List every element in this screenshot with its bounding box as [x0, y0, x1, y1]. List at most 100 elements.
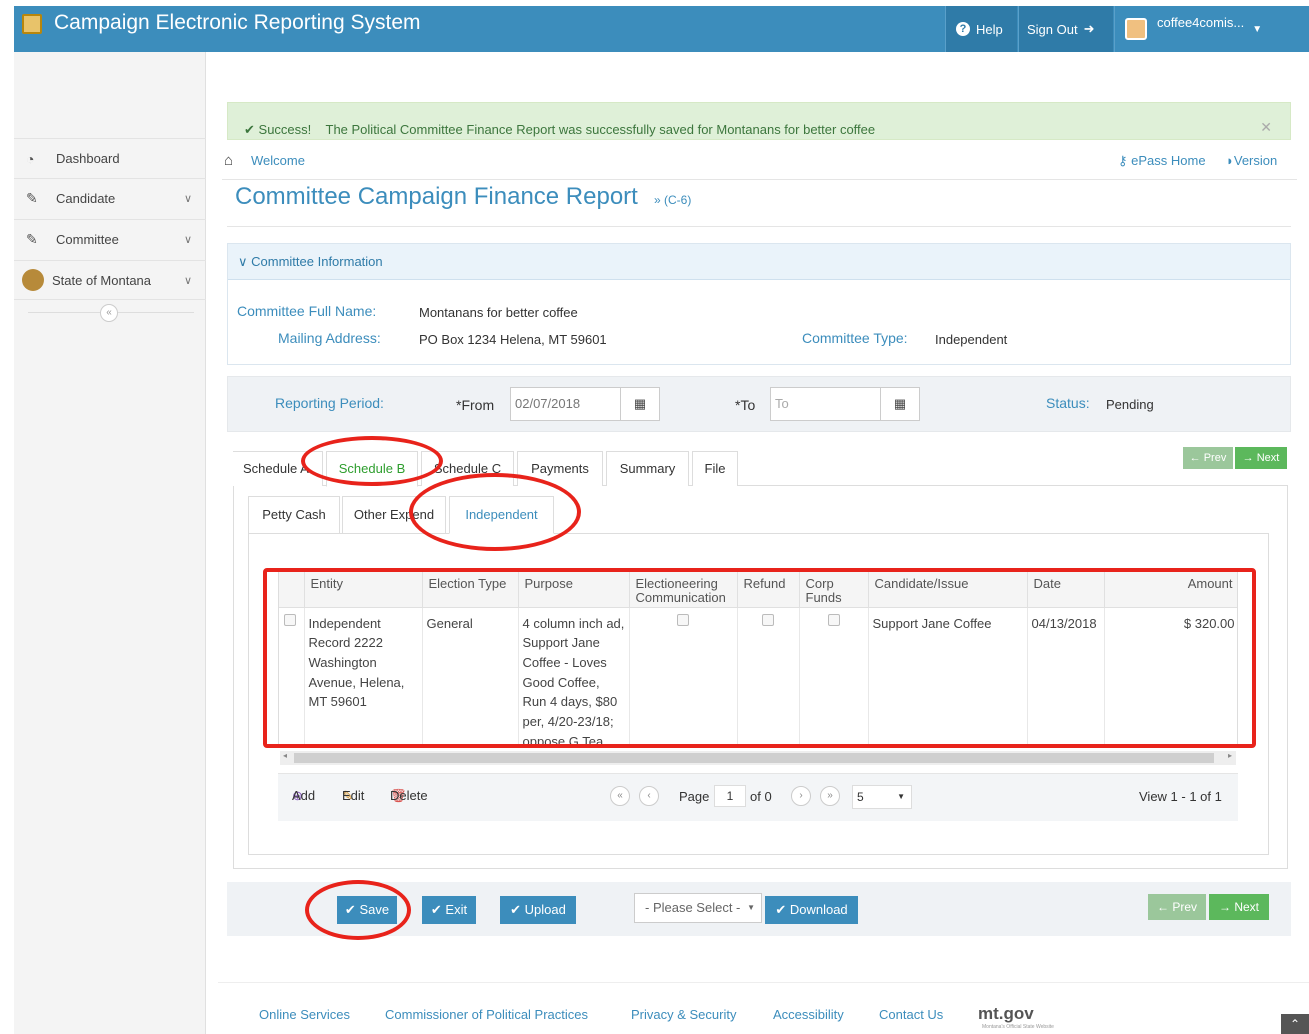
subtab-petty-cash[interactable]: Petty Cash — [248, 496, 340, 533]
footer-link-privacy[interactable]: Privacy & Security — [631, 1007, 736, 1022]
column-header[interactable]: Corp Funds — [799, 569, 869, 608]
tab-summary[interactable]: Summary — [606, 451, 689, 486]
tab-schedule-b[interactable]: Schedule B — [326, 451, 418, 487]
download-button[interactable]: ✔ Download — [765, 896, 858, 924]
arrow-right-icon: → — [1242, 452, 1254, 464]
alert-message: ✔ Success! The Political Committee Finan… — [244, 122, 875, 138]
column-header[interactable]: Purpose — [518, 569, 630, 608]
collapse-sidebar-icon[interactable]: « — [100, 304, 118, 322]
check-icon: ✔ — [344, 902, 356, 917]
footer-link-online-services[interactable]: Online Services — [259, 1007, 350, 1022]
next-page-icon[interactable]: › — [791, 786, 811, 806]
chevron-down-icon: ▼ — [897, 792, 905, 801]
next-button[interactable]: → Next — [1235, 447, 1287, 469]
avatar — [1125, 18, 1147, 40]
tab-payments[interactable]: Payments — [517, 451, 603, 486]
home-icon[interactable]: ⌂ — [224, 152, 233, 169]
breadcrumb: ⌂ Welcome ⚷ ePass Home ◗Version — [222, 150, 1297, 180]
corp-funds-checkbox — [827, 613, 840, 626]
last-page-icon[interactable]: » — [820, 786, 840, 806]
prev-button[interactable]: ← Prev — [1148, 894, 1206, 920]
row-checkbox[interactable] — [284, 613, 296, 626]
sidebar-item-label: Committee — [56, 232, 119, 247]
app-title[interactable]: Campaign Electronic Reporting System — [54, 11, 421, 35]
prev-button[interactable]: ← Prev — [1183, 447, 1233, 469]
success-alert: ✔ Success! The Political Committee Finan… — [227, 102, 1291, 140]
sidebar-item-candidate[interactable]: ✎ Candidate ∨ — [14, 178, 206, 218]
scroll-right-icon[interactable]: ▸ — [1228, 751, 1232, 760]
entity-cell: Independent Record 2222 Washington Avenu… — [304, 607, 423, 745]
check-icon: ✔ — [244, 122, 255, 137]
committee-name-value: Montanans for better coffee — [419, 305, 578, 320]
mtgov-logo[interactable]: mt.gov — [978, 1004, 1034, 1024]
mailing-address-value: PO Box 1234 Helena, MT 59601 — [419, 332, 607, 347]
upload-button[interactable]: ✔ Upload — [500, 896, 576, 924]
close-icon[interactable]: ✕ — [1260, 119, 1272, 136]
download-type-select[interactable]: - Please Select - ▼ — [634, 893, 762, 923]
help-button[interactable]: ? Help — [945, 6, 1017, 52]
first-page-icon[interactable]: « — [610, 786, 630, 806]
sidebar-item-state-of-montana[interactable]: State of Montana ∨ — [14, 260, 206, 300]
dashboard-icon: ◔ — [26, 150, 35, 167]
table-row[interactable]: Independent Record 2222 Washington Avenu… — [279, 607, 1237, 745]
status-value: Pending — [1106, 397, 1154, 412]
user-menu[interactable]: coffee4comis... ▼ — [1114, 6, 1295, 52]
arrow-left-icon: ← — [1189, 452, 1201, 464]
footer-link-commissioner[interactable]: Commissioner of Political Practices — [385, 1007, 588, 1022]
subtab-independent[interactable]: Independent — [449, 496, 554, 534]
chevron-down-icon: ∨ — [183, 234, 192, 246]
epass-home-link[interactable]: ⚷ ePass Home — [1118, 153, 1206, 169]
to-date-input[interactable]: To — [770, 387, 882, 421]
footer-link-accessibility[interactable]: Accessibility — [773, 1007, 844, 1022]
column-header[interactable]: Refund — [737, 569, 800, 608]
horizontal-scrollbar[interactable]: ◂ ▸ — [280, 751, 1236, 765]
exit-button[interactable]: ✔ Exit — [422, 896, 476, 924]
page-subtitle: » (C-6) — [654, 193, 692, 207]
footer-link-contact[interactable]: Contact Us — [879, 1007, 943, 1022]
username: coffee4comis... — [1157, 14, 1245, 30]
purpose-cell: 4 column inch ad, Support Jane Coffee - … — [518, 607, 630, 745]
scroll-left-icon[interactable]: ◂ — [283, 751, 287, 760]
from-date-input[interactable]: 02/07/2018 — [510, 387, 622, 421]
next-button[interactable]: → Next — [1209, 894, 1269, 920]
help-label: Help — [976, 21, 1003, 37]
page-size-select[interactable]: 5 ▼ — [852, 785, 912, 809]
electioneering-checkbox — [677, 613, 689, 626]
calendar-icon[interactable]: ▦ — [620, 387, 660, 421]
column-header[interactable]: Entity — [304, 569, 423, 608]
chevron-down-icon: ▼ — [747, 903, 755, 912]
tab-file[interactable]: File — [692, 451, 738, 486]
grid-header-row: Entity Election Type Purpose Electioneer… — [279, 569, 1237, 608]
check-icon: ✔ — [510, 902, 522, 917]
status-label: Status: — [1046, 395, 1090, 411]
prev-page-icon[interactable]: ‹ — [639, 786, 659, 806]
committee-type-label: Committee Type: — [802, 330, 908, 346]
to-label: *To — [735, 397, 756, 413]
page-number-input[interactable]: 1 — [714, 785, 746, 807]
calendar-icon[interactable]: ▦ — [880, 387, 920, 421]
subtab-other-expend[interactable]: Other Expend — [342, 496, 446, 533]
column-header[interactable]: Date — [1027, 569, 1105, 608]
scrollbar-thumb[interactable] — [294, 753, 1214, 763]
page-title: Committee Campaign Finance Report — [235, 183, 638, 210]
reporting-period-label: Reporting Period: — [275, 395, 384, 411]
committee-info-header[interactable]: ∨ Committee Information — [228, 244, 1290, 280]
tab-schedule-a[interactable]: Schedule A — [233, 451, 323, 486]
column-header[interactable]: Amount — [1104, 569, 1237, 608]
column-header[interactable]: Election Type — [422, 569, 519, 608]
save-button[interactable]: ✔ Save — [337, 896, 397, 924]
select-all-header — [279, 569, 305, 608]
version-link[interactable]: ◗Version — [1226, 153, 1277, 168]
scroll-to-top-icon[interactable]: ⌃ — [1281, 1014, 1309, 1034]
sidebar-item-label: State of Montana — [52, 272, 152, 288]
sidebar-item-committee[interactable]: ✎ Committee ∨ — [14, 219, 206, 259]
column-header[interactable]: Electioneering Communication — [629, 569, 738, 608]
arrow-left-icon: ← — [1156, 900, 1169, 914]
amount-cell: $ 320.00 — [1104, 607, 1237, 745]
sidebar-item-dashboard[interactable]: ◔ Dashboard — [14, 138, 206, 178]
tab-schedule-c[interactable]: Schedule C — [421, 451, 514, 486]
committee-name-label: Committee Full Name: — [237, 303, 377, 319]
breadcrumb-welcome-link[interactable]: Welcome — [251, 153, 305, 168]
column-header[interactable]: Candidate/Issue — [868, 569, 1028, 608]
sign-out-button[interactable]: Sign Out ➜ — [1018, 6, 1113, 52]
